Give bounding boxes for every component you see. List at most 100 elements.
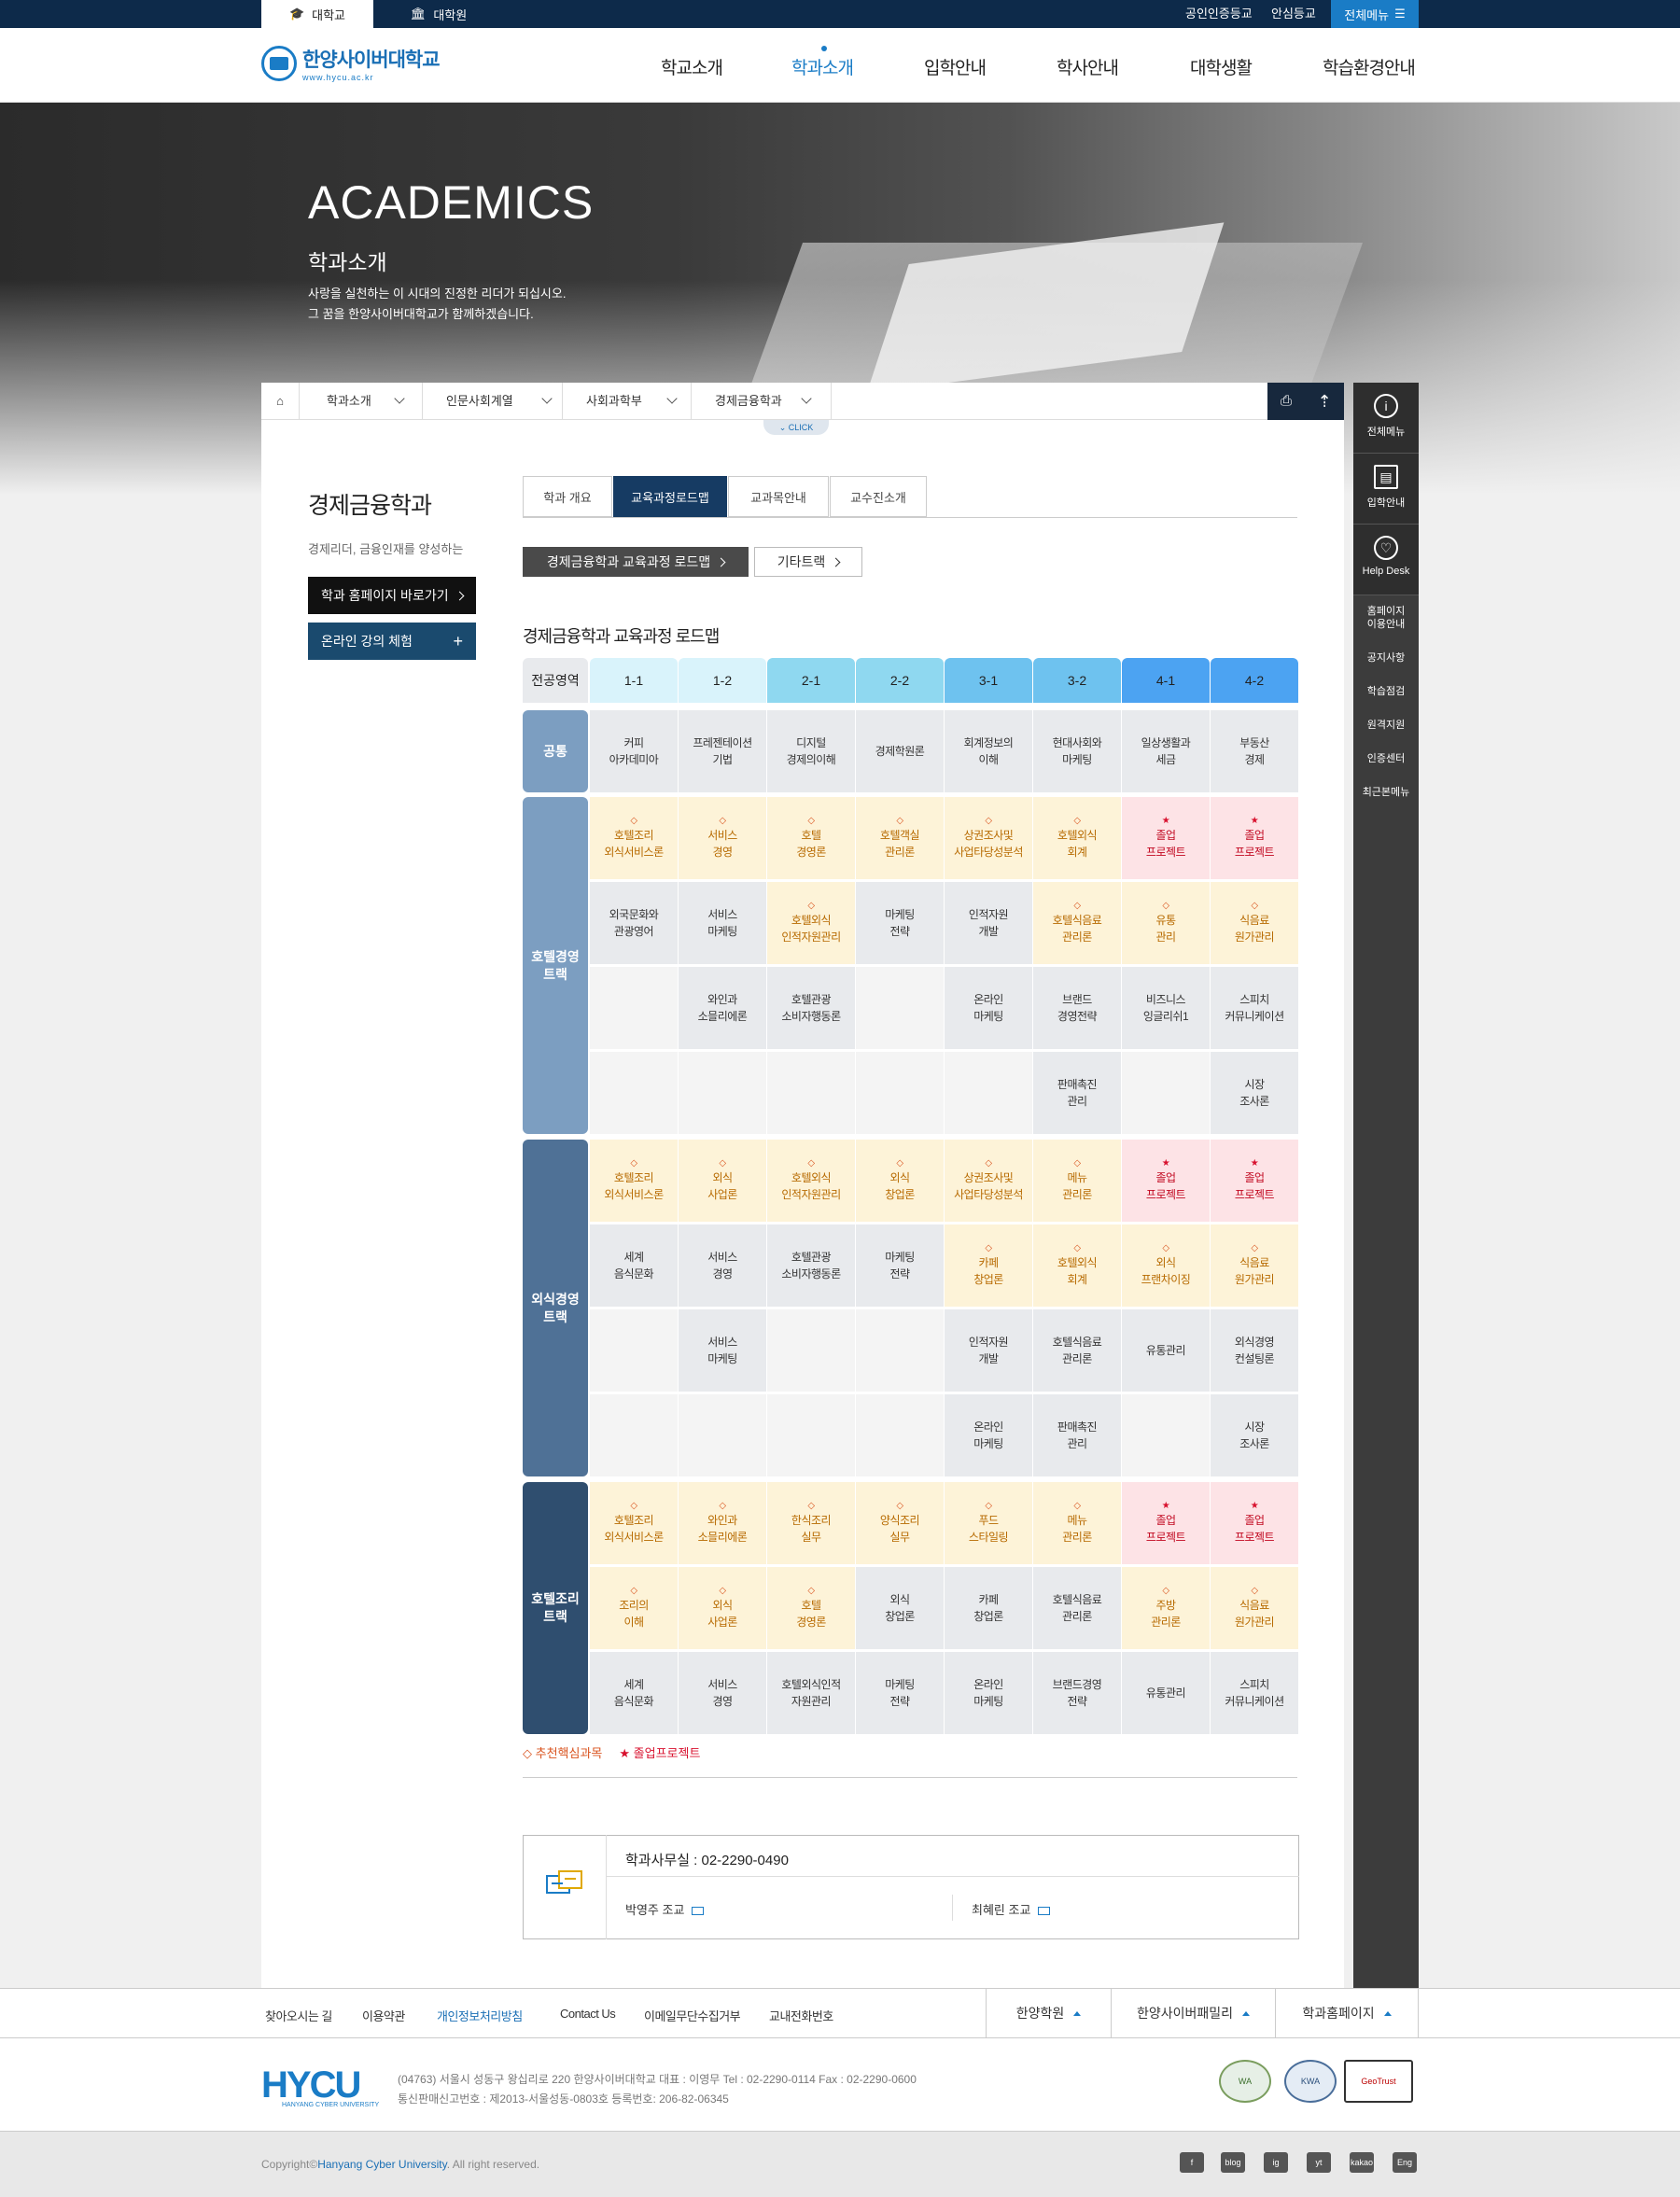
- family-dropdown-cyber[interactable]: 한양사이버패밀리: [1111, 1988, 1275, 2038]
- course-cell[interactable]: ◇ 호텔외식 회계: [1033, 797, 1121, 879]
- course-cell[interactable]: 외국문화와 관광영어: [590, 882, 678, 964]
- course-cell[interactable]: ◇ 한식조리 실무: [767, 1482, 855, 1564]
- all-menu-button[interactable]: 전체메뉴 ☰: [1331, 0, 1419, 28]
- course-cell[interactable]: 경제학원론: [856, 710, 944, 792]
- course-cell[interactable]: ◇ 호텔외식 인적자원관리: [767, 882, 855, 964]
- course-cell[interactable]: ◇ 외식 창업론: [856, 1140, 944, 1222]
- course-cell[interactable]: 마케팅 전략: [856, 1652, 944, 1734]
- course-cell[interactable]: ◇ 외식 사업론: [679, 1140, 766, 1222]
- course-cell[interactable]: 유통관리: [1122, 1652, 1210, 1734]
- course-cell[interactable]: ◇ 유통 관리: [1122, 882, 1210, 964]
- footer-link-terms[interactable]: 이용약관: [362, 2007, 405, 2024]
- course-cell[interactable]: ★ 졸업 프로젝트: [1122, 1140, 1210, 1222]
- course-cell[interactable]: ◇ 외식 프랜차이징: [1122, 1224, 1210, 1307]
- course-cell[interactable]: 유통관리: [1122, 1309, 1210, 1392]
- course-cell[interactable]: ◇ 외식 사업론: [679, 1567, 766, 1649]
- course-cell[interactable]: ◇ 호텔조리 외식서비스론: [590, 797, 678, 879]
- course-cell[interactable]: 호텔관광 소비자행동론: [767, 967, 855, 1049]
- course-cell[interactable]: 와인과 소믈리에론: [679, 967, 766, 1049]
- course-cell[interactable]: 호텔관광 소비자행동론: [767, 1224, 855, 1307]
- course-cell[interactable]: ◇ 상권조사및 사업타당성분석: [945, 797, 1032, 879]
- course-cell[interactable]: ◇ 서비스 경영: [679, 797, 766, 879]
- course-cell[interactable]: ◇ 호텔외식 인적자원관리: [767, 1140, 855, 1222]
- course-cell[interactable]: 판매촉진 관리: [1033, 1052, 1121, 1134]
- tab-university[interactable]: 🎓 대학교: [261, 0, 373, 28]
- family-dropdown-hanyang[interactable]: 한양학원: [986, 1988, 1111, 2038]
- tab-courses[interactable]: 교과목안내: [728, 476, 829, 517]
- course-cell[interactable]: ◇ 식음료 원가관리: [1211, 882, 1298, 964]
- course-cell[interactable]: 호텔식음료 관리론: [1033, 1309, 1121, 1392]
- course-cell[interactable]: ◇ 와인과 소믈리에론: [679, 1482, 766, 1564]
- course-cell[interactable]: 일상생활과 세금: [1122, 710, 1210, 792]
- course-cell[interactable]: 브랜드경영 전략: [1033, 1652, 1121, 1734]
- breadcrumb-item[interactable]: 학과소개: [327, 383, 405, 420]
- site-logo[interactable]: 한양사이버대학교 www.hycu.ac.kr: [261, 45, 441, 82]
- tab-graduate-school[interactable]: 🏛 대학원: [373, 0, 504, 28]
- footer-link-email-refusal[interactable]: 이메일무단수집거부: [644, 2007, 741, 2024]
- department-homepage-button[interactable]: 학과 홈페이지 바로가기: [308, 577, 476, 614]
- tab-faculty[interactable]: 교수진소개: [830, 476, 927, 517]
- other-track-button[interactable]: 기타트랙: [754, 547, 862, 577]
- youtube-icon[interactable]: yt: [1307, 2152, 1331, 2173]
- assistant-contact[interactable]: 박영주 조교: [625, 1900, 705, 1918]
- quick-all-menu[interactable]: i 전체메뉴: [1353, 383, 1419, 454]
- course-cell[interactable]: ◇ 카페 창업론: [945, 1224, 1032, 1307]
- course-cell[interactable]: ◇ 호텔조리 외식서비스론: [590, 1140, 678, 1222]
- facebook-icon[interactable]: f: [1180, 2152, 1204, 2173]
- family-dropdown-dept[interactable]: 학과홈페이지: [1275, 1988, 1419, 2038]
- course-cell[interactable]: 외식경영 컨설팅론: [1211, 1309, 1298, 1392]
- course-cell[interactable]: 세계 음식문화: [590, 1652, 678, 1734]
- course-cell[interactable]: ◇ 양식조리 실무: [856, 1482, 944, 1564]
- course-cell[interactable]: ◇ 식음료 원가관리: [1211, 1567, 1298, 1649]
- course-cell[interactable]: 온라인 마케팅: [945, 1652, 1032, 1734]
- english-site-icon[interactable]: Eng: [1393, 2152, 1417, 2173]
- quick-remote-support[interactable]: 원격지원: [1353, 719, 1419, 732]
- footer-link-privacy[interactable]: 개인정보처리방침: [437, 2007, 523, 2024]
- course-cell[interactable]: 카페 창업론: [945, 1567, 1032, 1649]
- course-cell[interactable]: 서비스 경영: [679, 1224, 766, 1307]
- course-cell[interactable]: ◇ 호텔 경영론: [767, 1567, 855, 1649]
- roadmap-button[interactable]: 경제금융학과 교육과정 로드맵: [523, 547, 749, 577]
- gnav-academic[interactable]: 학사안내: [1057, 54, 1119, 79]
- course-cell[interactable]: ◇ 식음료 원가관리: [1211, 1224, 1298, 1307]
- print-button[interactable]: ⎙: [1267, 383, 1305, 420]
- course-cell[interactable]: ◇ 호텔식음료 관리론: [1033, 882, 1121, 964]
- course-cell[interactable]: 스피치 커뮤니케이션: [1211, 967, 1298, 1049]
- course-cell[interactable]: 커피 아카데미아: [590, 710, 678, 792]
- safe-attendance-link[interactable]: 안심등교: [1271, 0, 1316, 28]
- footer-link-directions[interactable]: 찾아오시는 길: [265, 2007, 332, 2024]
- gnav-dept-intro[interactable]: 학과소개: [791, 54, 854, 79]
- course-cell[interactable]: ★ 졸업 프로젝트: [1122, 797, 1210, 879]
- course-cell[interactable]: ◇ 메뉴 관리론: [1033, 1482, 1121, 1564]
- course-cell[interactable]: 세계 음식문화: [590, 1224, 678, 1307]
- blog-icon[interactable]: blog: [1221, 2152, 1245, 2173]
- course-cell[interactable]: ◇ 호텔객실 관리론: [856, 797, 944, 879]
- kakao-icon[interactable]: kakao: [1350, 2152, 1374, 2173]
- online-lecture-button[interactable]: 온라인 강의 체험 +: [308, 623, 476, 660]
- course-cell[interactable]: 부동산 경제: [1211, 710, 1298, 792]
- course-cell[interactable]: 회계정보의 이해: [945, 710, 1032, 792]
- course-cell[interactable]: ★ 졸업 프로젝트: [1211, 1482, 1298, 1564]
- breadcrumb-item[interactable]: 사회과학부: [586, 383, 678, 420]
- scroll-top-button[interactable]: ⇡: [1305, 383, 1344, 420]
- course-cell[interactable]: ◇ 호텔조리 외식서비스론: [590, 1482, 678, 1564]
- quick-notice[interactable]: 공지사항: [1353, 651, 1419, 665]
- course-cell[interactable]: ★ 졸업 프로젝트: [1211, 1140, 1298, 1222]
- course-cell[interactable]: ◇ 메뉴 관리론: [1033, 1140, 1121, 1222]
- course-cell[interactable]: ◇ 호텔 경영론: [767, 797, 855, 879]
- gnav-campus-life[interactable]: 대학생활: [1190, 54, 1253, 79]
- tab-overview[interactable]: 학과 개요: [523, 476, 612, 517]
- course-cell[interactable]: 스피치 커뮤니케이션: [1211, 1652, 1298, 1734]
- course-cell[interactable]: ◇ 조리의 이해: [590, 1567, 678, 1649]
- home-icon[interactable]: ⌂: [261, 383, 299, 420]
- course-cell[interactable]: 판매촉진 관리: [1033, 1394, 1121, 1476]
- course-cell[interactable]: ★ 졸업 프로젝트: [1122, 1482, 1210, 1564]
- course-cell[interactable]: ◇ 상권조사및 사업타당성분석: [945, 1140, 1032, 1222]
- course-cell[interactable]: 호텔식음료 관리론: [1033, 1567, 1121, 1649]
- course-cell[interactable]: 브랜드 경영전략: [1033, 967, 1121, 1049]
- course-cell[interactable]: 시장 조사론: [1211, 1052, 1298, 1134]
- quick-recent-menu[interactable]: 최근본메뉴: [1353, 786, 1419, 799]
- course-cell[interactable]: 서비스 경영: [679, 1652, 766, 1734]
- gnav-admission[interactable]: 입학안내: [924, 54, 987, 79]
- click-toggle[interactable]: ⌄ CLICK: [763, 420, 829, 435]
